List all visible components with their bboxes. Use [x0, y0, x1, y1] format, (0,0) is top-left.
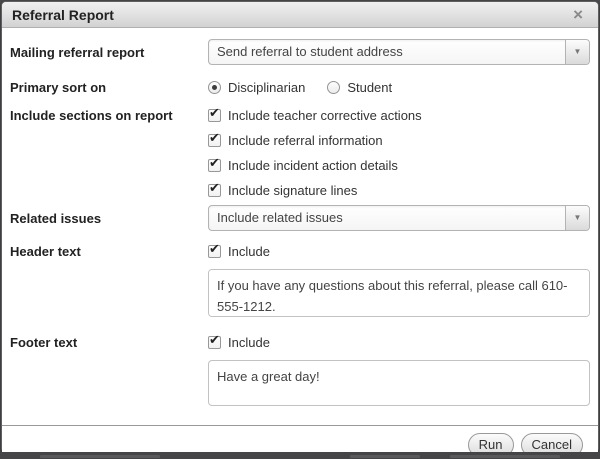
radio-disciplinarian[interactable]	[208, 81, 221, 94]
checkbox-footer-include-label[interactable]: Include	[228, 335, 270, 350]
checkbox-incident-action-details-label[interactable]: Include incident action details	[228, 158, 398, 173]
background-artifact	[350, 455, 420, 458]
primary-sort-row: Primary sort on Disciplinarian Student	[10, 80, 590, 95]
section-option-row: ✔ Include signature lines	[208, 183, 590, 198]
checkbox-incident-action-details[interactable]: ✔	[208, 159, 221, 172]
checkbox-teacher-corrective-actions[interactable]: ✔	[208, 109, 221, 122]
primary-sort-label: Primary sort on	[10, 80, 208, 95]
dialog-title: Referral Report	[12, 7, 570, 23]
check-icon: ✔	[209, 156, 220, 169]
mailing-label: Mailing referral report	[10, 45, 208, 60]
sections-row: Include sections on report ✔ Include tea…	[10, 108, 590, 198]
header-text-row: Header text ✔ Include If you have any qu…	[10, 244, 590, 317]
background-artifact	[450, 455, 560, 458]
radio-student[interactable]	[327, 81, 340, 94]
check-icon: ✔	[209, 106, 220, 119]
checkbox-footer-include[interactable]: ✔	[208, 336, 221, 349]
chevron-down-icon: ▼	[574, 48, 582, 56]
background-page-strip	[0, 452, 600, 459]
check-icon: ✔	[209, 181, 220, 194]
dialog-body: Mailing referral report Send referral to…	[2, 28, 598, 406]
mailing-dropdown-value: Send referral to student address	[217, 44, 403, 59]
sections-label: Include sections on report	[10, 108, 208, 123]
mailing-dropdown[interactable]: Send referral to student address ▼	[208, 39, 590, 65]
related-issues-row: Related issues Include related issues ▼	[10, 205, 590, 231]
radio-student-label[interactable]: Student	[347, 80, 392, 95]
checkbox-header-include[interactable]: ✔	[208, 245, 221, 258]
footer-text-label: Footer text	[10, 335, 208, 350]
checkbox-referral-information-label[interactable]: Include referral information	[228, 133, 383, 148]
related-issues-dropdown[interactable]: Include related issues ▼	[208, 205, 590, 231]
section-option-row: ✔ Include incident action details	[208, 158, 590, 173]
checkbox-signature-lines-label[interactable]: Include signature lines	[228, 183, 357, 198]
related-issues-dropdown-value: Include related issues	[217, 210, 343, 225]
dialog-titlebar: Referral Report ×	[2, 2, 598, 28]
mailing-dropdown-button[interactable]: ▼	[565, 40, 589, 64]
section-option-row: ✔ Include referral information	[208, 133, 590, 148]
related-issues-dropdown-button[interactable]: ▼	[565, 206, 589, 230]
mailing-row: Mailing referral report Send referral to…	[10, 39, 590, 65]
check-icon: ✔	[209, 131, 220, 144]
header-include-row: ✔ Include	[208, 244, 590, 259]
section-option-row: ✔ Include teacher corrective actions	[208, 108, 590, 123]
chevron-down-icon: ▼	[574, 214, 582, 222]
checkbox-signature-lines[interactable]: ✔	[208, 184, 221, 197]
background-artifact	[40, 455, 160, 458]
footer-text-input[interactable]: Have a great day!	[208, 360, 590, 406]
referral-report-dialog: Referral Report × Mailing referral repor…	[1, 1, 599, 452]
close-icon[interactable]: ×	[570, 6, 586, 23]
checkbox-referral-information[interactable]: ✔	[208, 134, 221, 147]
header-text-input[interactable]: If you have any questions about this ref…	[208, 269, 590, 317]
footer-text-row: Footer text ✔ Include Have a great day!	[10, 335, 590, 406]
footer-include-row: ✔ Include	[208, 335, 590, 350]
checkbox-teacher-corrective-actions-label[interactable]: Include teacher corrective actions	[228, 108, 422, 123]
check-icon: ✔	[209, 242, 220, 255]
checkbox-header-include-label[interactable]: Include	[228, 244, 270, 259]
header-text-label: Header text	[10, 244, 208, 259]
related-issues-label: Related issues	[10, 211, 208, 226]
radio-disciplinarian-label[interactable]: Disciplinarian	[228, 80, 305, 95]
check-icon: ✔	[209, 333, 220, 346]
